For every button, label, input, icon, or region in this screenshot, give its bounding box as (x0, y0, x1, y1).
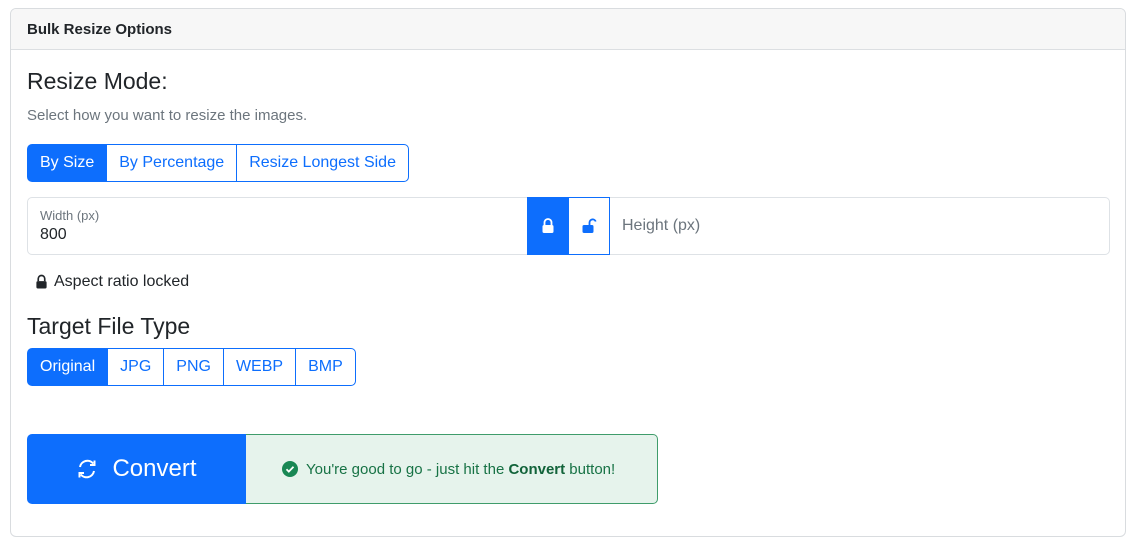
resize-mode-heading: Resize Mode: (27, 68, 168, 94)
dimensions-input-group: Width (px) 800 Height (px) (27, 197, 1110, 255)
width-input[interactable]: 800 (40, 226, 67, 244)
resize-mode-group: By Size By Percentage Resize Longest Sid… (27, 144, 409, 182)
mode-longest-side-button[interactable]: Resize Longest Side (236, 144, 409, 182)
target-file-type-heading: Target File Type (27, 313, 191, 339)
ready-text-emphasis: Convert (508, 460, 566, 478)
card-header: Bulk Resize Options (11, 9, 1125, 50)
type-png-button[interactable]: PNG (163, 348, 224, 386)
file-type-group: Original JPG PNG WEBP BMP (27, 348, 356, 386)
resize-mode-help: Select how you want to resize the images… (27, 107, 308, 124)
refresh-icon (78, 459, 96, 479)
ready-text: You're good to go - just hit the Convert… (306, 460, 616, 478)
type-jpg-button[interactable]: JPG (107, 348, 165, 386)
unlock-icon (582, 218, 597, 233)
type-original-button[interactable]: Original (27, 348, 109, 386)
lock-aspect-button[interactable] (527, 197, 569, 255)
type-webp-button[interactable]: WEBP (222, 348, 297, 386)
type-bmp-button[interactable]: BMP (295, 348, 356, 386)
mode-by-size-button[interactable]: By Size (27, 144, 108, 182)
convert-button[interactable]: Convert (27, 434, 246, 504)
ready-message: You're good to go - just hit the Convert… (246, 434, 658, 504)
height-input[interactable]: Height (px) (622, 217, 700, 235)
check-circle-icon (282, 461, 298, 477)
unlock-aspect-button[interactable] (568, 197, 610, 255)
aspect-ratio-text: Aspect ratio locked (54, 273, 190, 290)
width-field[interactable]: Width (px) 800 (28, 198, 527, 254)
mode-by-percentage-button[interactable]: By Percentage (106, 144, 238, 182)
lock-icon (542, 218, 554, 233)
lock-icon (36, 274, 47, 289)
convert-button-label: Convert (112, 455, 197, 482)
width-label: Width (px) (40, 208, 100, 223)
height-field[interactable]: Height (px) (610, 198, 1109, 254)
convert-row: Convert You're good to go - just hit the… (27, 434, 658, 504)
bulk-resize-card: Bulk Resize Options Resize Mode: Select … (10, 8, 1126, 537)
aspect-ratio-status: Aspect ratio locked (35, 273, 189, 291)
